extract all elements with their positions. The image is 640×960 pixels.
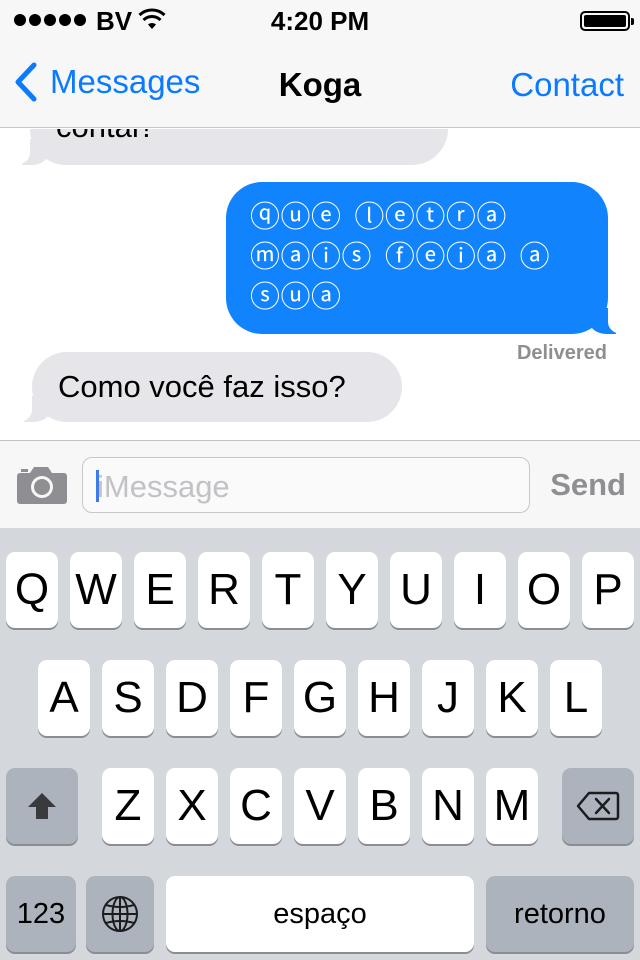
key-h[interactable]: H bbox=[358, 660, 410, 736]
battery-icon bbox=[580, 11, 634, 31]
key-s[interactable]: S bbox=[102, 660, 154, 736]
key-z[interactable]: Z bbox=[102, 768, 154, 844]
key-e[interactable]: E bbox=[134, 552, 186, 628]
message-text: Como você faz isso? bbox=[58, 369, 346, 404]
key-w[interactable]: W bbox=[70, 552, 122, 628]
return-key[interactable]: retorno bbox=[486, 876, 634, 952]
globe-key[interactable] bbox=[86, 876, 154, 952]
clock: 4:20 PM bbox=[270, 6, 370, 36]
key-p[interactable]: P bbox=[582, 552, 634, 628]
key-j[interactable]: J bbox=[422, 660, 474, 736]
key-m[interactable]: M bbox=[486, 768, 538, 844]
key-d[interactable]: D bbox=[166, 660, 218, 736]
key-y[interactable]: Y bbox=[326, 552, 378, 628]
key-r[interactable]: R bbox=[198, 552, 250, 628]
key-i[interactable]: I bbox=[454, 552, 506, 628]
key-u[interactable]: U bbox=[390, 552, 442, 628]
message-input-bar: iMessage Send bbox=[0, 440, 640, 528]
key-x[interactable]: X bbox=[166, 768, 218, 844]
status-bar: BV 4:20 PM bbox=[0, 0, 640, 40]
message-input-field[interactable]: iMessage bbox=[82, 457, 530, 513]
backspace-icon bbox=[576, 791, 620, 821]
key-a[interactable]: A bbox=[38, 660, 90, 736]
delivery-status: Delivered bbox=[516, 342, 607, 364]
contact-button[interactable]: Contact bbox=[510, 66, 624, 104]
conversation-view[interactable]: contar! ⓠⓤⓔ ⓛⓔⓣⓡⓐ ⓜⓐⓘⓢ ⓕⓔⓘⓐ ⓐ ⓢⓤⓐ Delive… bbox=[0, 129, 640, 440]
key-g[interactable]: G bbox=[294, 660, 346, 736]
key-t[interactable]: T bbox=[262, 552, 314, 628]
key-f[interactable]: F bbox=[230, 660, 282, 736]
numbers-key[interactable]: 123 bbox=[6, 876, 76, 952]
message-bubble-received[interactable]: contar! bbox=[8, 129, 448, 165]
message-bubble-sent[interactable]: ⓠⓤⓔ ⓛⓔⓣⓡⓐ ⓜⓐⓘⓢ ⓕⓔⓘⓐ ⓐ ⓢⓤⓐ bbox=[226, 182, 630, 334]
backspace-key[interactable] bbox=[562, 768, 634, 844]
key-n[interactable]: N bbox=[422, 768, 474, 844]
key-k[interactable]: K bbox=[486, 660, 538, 736]
key-c[interactable]: C bbox=[230, 768, 282, 844]
keyboard: Q W E R T Y U I O P A S D F G H J K L Z … bbox=[0, 528, 640, 960]
key-q[interactable]: Q bbox=[6, 552, 58, 628]
message-text: contar! bbox=[56, 129, 448, 151]
input-placeholder: iMessage bbox=[97, 469, 230, 504]
space-key[interactable]: espaço bbox=[166, 876, 474, 952]
shift-icon bbox=[28, 793, 56, 819]
key-v[interactable]: V bbox=[294, 768, 346, 844]
globe-icon bbox=[102, 896, 138, 932]
navigation-bar: Messages Koga Contact bbox=[0, 40, 640, 128]
key-l[interactable]: L bbox=[550, 660, 602, 736]
send-button[interactable]: Send bbox=[550, 467, 626, 503]
shift-key[interactable] bbox=[6, 768, 78, 844]
key-o[interactable]: O bbox=[518, 552, 570, 628]
message-text: ⓠⓤⓔ ⓛⓔⓣⓡⓐ ⓜⓐⓘⓢ ⓕⓔⓘⓐ ⓐ ⓢⓤⓐ bbox=[250, 201, 551, 314]
key-b[interactable]: B bbox=[358, 768, 410, 844]
camera-icon[interactable] bbox=[16, 465, 68, 505]
message-bubble-received[interactable]: Como você faz isso? bbox=[10, 352, 402, 422]
